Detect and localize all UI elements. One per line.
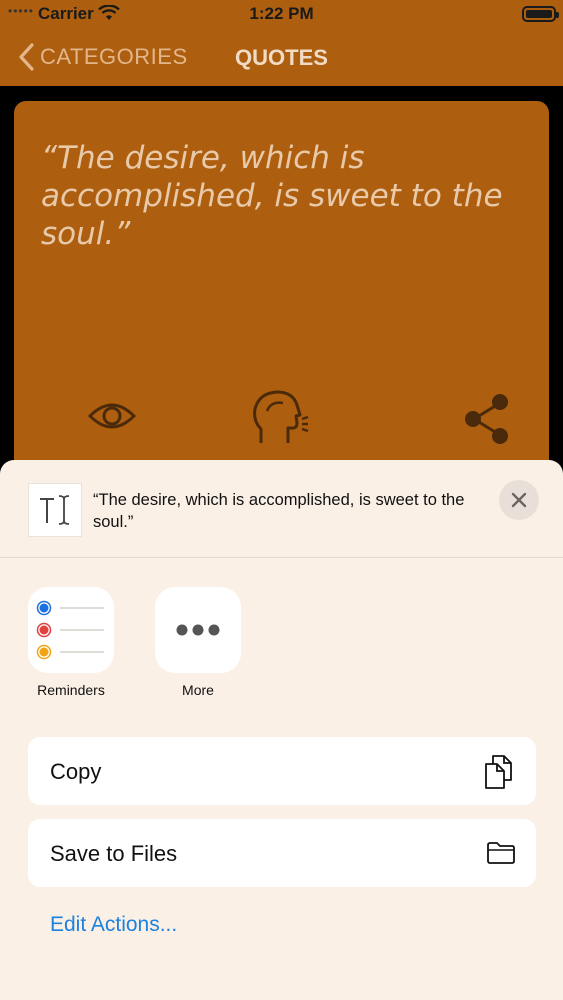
folder-icon	[487, 842, 515, 864]
eye-icon[interactable]	[87, 398, 137, 434]
share-sheet-header: “The desire, which is accomplished, is s…	[0, 460, 563, 558]
copy-label: Copy	[50, 759, 102, 784]
top-bar: ••••• Carrier 1:22 PM CATEGORIES QUOTES	[0, 0, 563, 86]
copy-action[interactable]: Copy	[28, 737, 536, 805]
battery-icon	[522, 6, 559, 22]
text-document-icon	[28, 483, 82, 537]
close-button[interactable]	[499, 480, 539, 520]
share-sheet: “The desire, which is accomplished, is s…	[0, 460, 563, 1000]
more-icon	[176, 624, 220, 636]
share-preview-text: “The desire, which is accomplished, is s…	[93, 491, 465, 531]
quote-text: “The desire, which is accomplished, is s…	[41, 140, 503, 252]
reminders-app-button[interactable]	[28, 587, 114, 673]
edit-actions-link[interactable]: Edit Actions...	[50, 913, 177, 937]
share-icon[interactable]	[462, 392, 514, 448]
clock: 1:22 PM	[249, 4, 314, 23]
save-to-files-action[interactable]: Save to Files	[28, 819, 536, 887]
close-icon	[511, 492, 527, 508]
more-label: More	[182, 682, 214, 698]
speaking-head-icon[interactable]	[251, 389, 311, 447]
save-to-files-label: Save to Files	[50, 841, 178, 866]
more-apps-button[interactable]	[155, 587, 241, 673]
reminders-icon	[36, 600, 104, 660]
quote-card: “The desire, which is accomplished, is s…	[14, 101, 549, 521]
status-bar: ••••• Carrier 1:22 PM	[0, 0, 563, 28]
reminders-label: Reminders	[37, 682, 105, 698]
page-title: QUOTES	[235, 45, 328, 70]
copy-icon	[485, 755, 512, 789]
